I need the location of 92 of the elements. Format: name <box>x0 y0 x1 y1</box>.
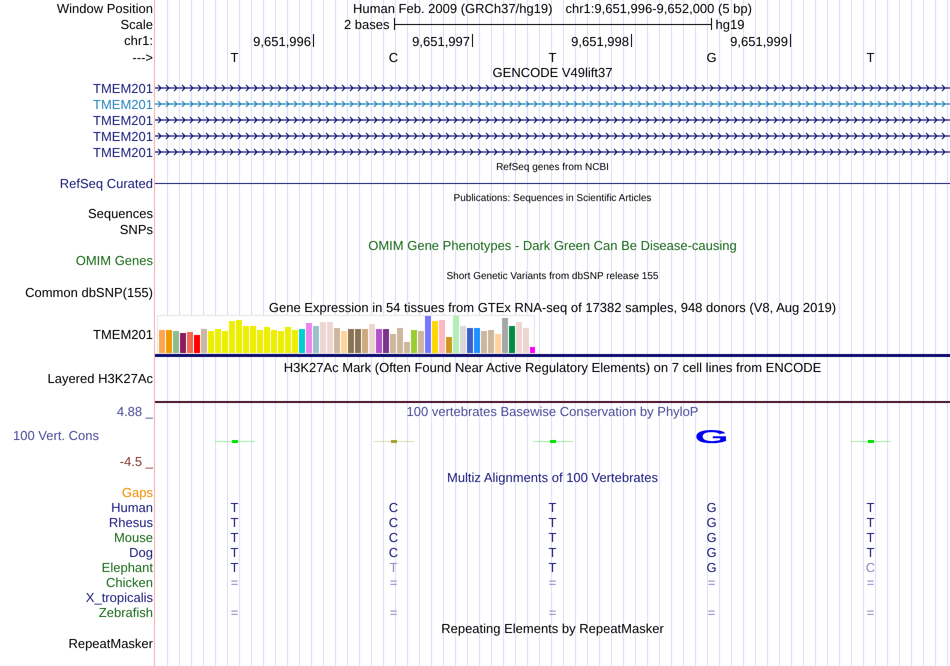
aligned-base: T <box>230 546 238 559</box>
track-label: RepeatMasker <box>68 636 153 650</box>
track-title: Gene Expression in 54 tissues from GTEx RNA-seq of 17382 samples, 948 donors (V8, Aug 2019) <box>268 301 836 314</box>
conservation-tick <box>214 439 254 444</box>
track-label: 100 Vert. Cons <box>13 429 99 442</box>
gene-label: TMEM201 <box>93 114 153 126</box>
aligned-base: T <box>548 531 556 544</box>
aligned-base: C <box>388 516 398 529</box>
strand-label: ---> <box>132 50 153 64</box>
track-title: H3K27Ac Mark (Often Found Near Active Regulatory Elements) on 7 cell lines from ENCODE <box>284 361 822 374</box>
aligned-base: T <box>390 561 398 574</box>
aligned-base: = <box>708 606 716 619</box>
gene-label: TMEM201 <box>93 98 153 110</box>
aligned-base: T <box>230 561 238 574</box>
aligned-base: T <box>548 501 556 514</box>
track-label: Window Position <box>56 2 153 14</box>
track-title: OMIM Gene Phenotypes - Dark Green Can Be Disease-causing <box>368 238 737 252</box>
track-title: Short Genetic Variants from dbSNP release 155 <box>446 272 658 282</box>
aligned-base: C <box>866 561 876 574</box>
track-title: Publications: Sequences in Scientific Articles <box>454 194 652 204</box>
aligned-base: T <box>230 501 238 514</box>
aligned-base: = <box>230 606 238 619</box>
logo-letter: G <box>694 429 729 445</box>
aligned-base: C <box>388 531 398 544</box>
coordinate-label: 9,651,997 <box>412 34 473 47</box>
species-label: Human <box>111 501 153 514</box>
aligned-base: = <box>230 576 238 589</box>
species-label: X_tropicalis <box>86 591 153 604</box>
assembly-name: hg19 <box>716 18 744 30</box>
species-label: Elephant <box>102 561 153 574</box>
aligned-base: T <box>866 531 874 544</box>
aligned-base: = <box>708 576 716 589</box>
track-label: Common dbSNP(155) <box>25 286 153 299</box>
aligned-base: G <box>706 501 717 514</box>
aligned-base: = <box>866 606 874 619</box>
aligned-base: = <box>548 606 556 619</box>
species-label: Dog <box>129 546 153 559</box>
aligned-base: T <box>230 516 238 529</box>
aligned-base: G <box>706 561 717 574</box>
conservation-tick <box>374 439 414 444</box>
aligned-base: T <box>230 531 238 544</box>
aligned-base: T <box>548 546 556 559</box>
coordinate-label: 9,651,998 <box>571 34 632 47</box>
gene-label: TMEM201 <box>93 146 153 158</box>
species-label: Mouse <box>114 531 153 544</box>
species-label: Zebrafish <box>98 606 153 619</box>
scale-length: 2 bases <box>344 18 390 30</box>
base-letter: T <box>548 50 556 64</box>
conservation-tick <box>850 439 890 444</box>
track-title: Multiz Alignments of 100 Vertebrates <box>446 471 658 484</box>
aligned-base: T <box>548 516 556 529</box>
axis-min-label: -4.5 _ <box>120 454 153 468</box>
track-label: Sequences <box>88 207 153 220</box>
track-label: OMIM Genes <box>76 254 153 267</box>
track-label: chr1: <box>124 34 153 47</box>
track-label: Scale <box>120 18 153 30</box>
species-label: Chicken <box>106 576 153 589</box>
conservation-tick <box>532 439 572 444</box>
aligned-base: T <box>548 561 556 574</box>
aligned-base: = <box>548 576 556 589</box>
gene-label: TMEM201 <box>93 130 153 142</box>
track-label: Gaps <box>122 486 153 499</box>
coordinate-label: 9,651,999 <box>730 34 791 47</box>
aligned-base: C <box>388 546 398 559</box>
base-letter: T <box>866 50 874 64</box>
track-title: RefSeq genes from NCBI <box>496 163 609 173</box>
species-label: Rhesus <box>108 516 153 529</box>
aligned-base: = <box>390 576 398 589</box>
aligned-base: G <box>706 516 717 529</box>
track-title: Repeating Elements by RepeatMasker <box>441 622 664 634</box>
aligned-base: C <box>388 501 398 514</box>
base-letter: G <box>706 50 717 64</box>
axis-max-label: 4.88 _ <box>116 405 153 418</box>
base-letter: T <box>230 50 238 64</box>
track-label: SNPs <box>120 222 153 236</box>
aligned-base: G <box>706 531 717 544</box>
aligned-base: G <box>706 546 717 559</box>
gene-label: TMEM201 <box>93 82 153 94</box>
track-title: GENCODE V49lift37 <box>492 66 612 79</box>
aligned-base: T <box>866 546 874 559</box>
aligned-base: T <box>866 516 874 529</box>
aligned-base: = <box>390 606 398 619</box>
aligned-base: T <box>866 501 874 514</box>
position-text: chr1:9,651,996-9,652,000 (5 bp) <box>565 2 752 14</box>
aligned-base: = <box>866 576 874 589</box>
gene-label: TMEM201 <box>93 328 153 341</box>
base-letter: C <box>388 50 398 64</box>
track-title: 100 vertebrates Basewise Conservation by PhyloP <box>406 405 698 418</box>
track-label: Layered H3K27Ac <box>47 372 153 385</box>
track-label: RefSeq Curated <box>60 177 153 190</box>
coordinate-label: 9,651,996 <box>253 34 314 47</box>
assembly-name: Human Feb. 2009 (GRCh37/hg19) <box>353 2 552 14</box>
